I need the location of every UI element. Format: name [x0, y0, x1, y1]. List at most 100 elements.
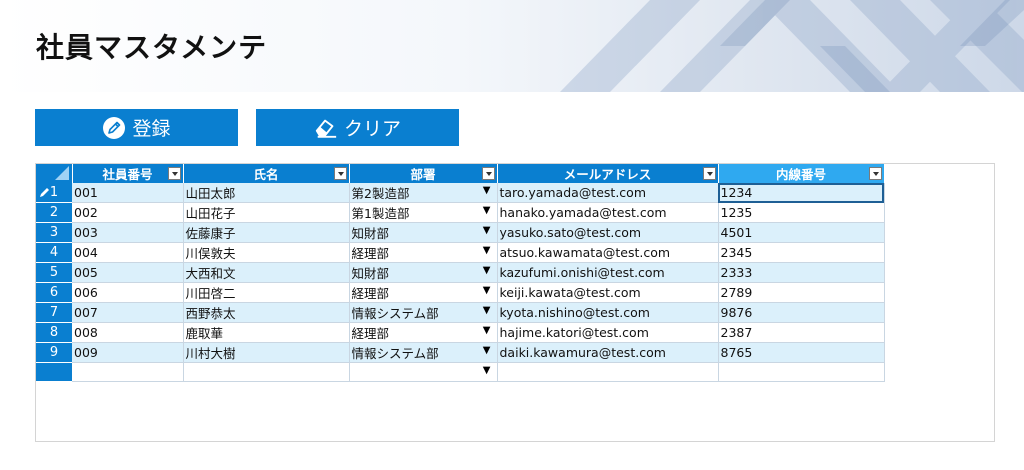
department-value: 経理部 [351, 326, 390, 341]
row-header[interactable]: 1 [36, 183, 72, 203]
dropdown-arrow-icon[interactable]: ▼ [483, 185, 491, 196]
editing-pencil-icon [40, 188, 49, 197]
dropdown-arrow-icon[interactable]: ▼ [483, 245, 491, 256]
employee-id-cell[interactable]: 002 [72, 202, 184, 223]
employee-id-cell[interactable]: 004 [72, 242, 184, 263]
new-row[interactable]: ▼ [36, 362, 885, 382]
employee-id-cell[interactable]: 005 [72, 262, 184, 283]
table-row[interactable]: 2 002 山田花子 第1製造部 ▼ hanako.yamada@test.com 1235 [36, 202, 885, 223]
register-button[interactable]: 登録 [35, 109, 238, 146]
email-cell[interactable]: kazufumi.onishi@test.com [497, 262, 719, 283]
extension-cell[interactable]: 9876 [718, 302, 885, 323]
email-cell[interactable]: hajime.katori@test.com [497, 322, 719, 343]
email-cell[interactable]: keiji.kawata@test.com [497, 282, 719, 303]
table-row[interactable]: 6 006 川田啓二 経理部 ▼ keiji.kawata@test.com 2789 [36, 282, 885, 303]
employee-id-cell[interactable] [72, 362, 184, 382]
department-value: 情報システム部 [351, 346, 439, 361]
email-cell[interactable] [497, 362, 719, 382]
filter-dropdown-icon[interactable] [481, 167, 495, 180]
extension-cell[interactable]: 2789 [718, 282, 885, 303]
extension-cell[interactable]: 2333 [718, 262, 885, 283]
dropdown-arrow-icon[interactable]: ▼ [483, 205, 491, 216]
extension-cell[interactable]: 4501 [718, 222, 885, 243]
department-cell[interactable]: 第1製造部 ▼ [349, 202, 498, 223]
row-header[interactable]: 3 [36, 222, 72, 243]
department-cell[interactable]: 経理部 ▼ [349, 322, 498, 343]
filter-dropdown-icon[interactable] [333, 167, 347, 180]
department-cell[interactable]: 知財部 ▼ [349, 222, 498, 243]
row-header[interactable]: 5 [36, 262, 72, 283]
row-header[interactable]: 8 [36, 322, 72, 343]
employee-id-cell[interactable]: 007 [72, 302, 184, 323]
dropdown-arrow-icon[interactable]: ▼ [483, 225, 491, 236]
department-cell[interactable]: 情報システム部 ▼ [349, 342, 498, 363]
table-row[interactable]: 3 003 佐藤康子 知財部 ▼ yasuko.sato@test.com 4501 [36, 222, 885, 243]
row-header[interactable]: 4 [36, 242, 72, 263]
name-cell[interactable]: 川田啓二 [183, 282, 350, 303]
row-header[interactable]: 9 [36, 342, 72, 363]
filter-dropdown-icon[interactable] [167, 167, 181, 180]
name-cell[interactable]: 川俣敦夫 [183, 242, 350, 263]
column-header-name[interactable]: 氏名 [183, 164, 350, 183]
extension-cell[interactable]: 2387 [718, 322, 885, 343]
column-header-email[interactable]: メールアドレス [497, 164, 719, 183]
employee-id-cell[interactable]: 001 [72, 183, 184, 203]
department-cell[interactable]: ▼ [349, 362, 498, 382]
email-cell[interactable]: hanako.yamada@test.com [497, 202, 719, 223]
grid-corner[interactable] [36, 164, 73, 183]
extension-cell[interactable]: 2345 [718, 242, 885, 263]
name-cell[interactable]: 山田太郎 [183, 183, 350, 203]
dropdown-arrow-icon[interactable]: ▼ [483, 365, 491, 376]
email-cell[interactable]: kyota.nishino@test.com [497, 302, 719, 323]
department-cell[interactable]: 知財部 ▼ [349, 262, 498, 283]
row-header[interactable]: 7 [36, 302, 72, 323]
dropdown-arrow-icon[interactable]: ▼ [483, 305, 491, 316]
dropdown-arrow-icon[interactable]: ▼ [483, 325, 491, 336]
table-row[interactable]: 1 001 山田太郎 第2製造部 ▼ taro.yamada@test.com 1234 [36, 183, 885, 203]
employee-grid: 社員番号 氏名 部署 メールアドレス 内線番号 1 001 山田太郎 第2製造部… [36, 164, 885, 382]
name-cell[interactable] [183, 362, 350, 382]
table-row[interactable]: 4 004 川俣敦夫 経理部 ▼ atsuo.kawamata@test.com 2345 [36, 242, 885, 263]
row-header[interactable]: 2 [36, 202, 72, 223]
dropdown-arrow-icon[interactable]: ▼ [483, 345, 491, 356]
filter-dropdown-icon[interactable] [702, 167, 716, 180]
email-cell[interactable]: daiki.kawamura@test.com [497, 342, 719, 363]
email-cell[interactable]: atsuo.kawamata@test.com [497, 242, 719, 263]
email-cell[interactable]: taro.yamada@test.com [497, 183, 719, 203]
employee-id-cell[interactable]: 009 [72, 342, 184, 363]
column-header-extension[interactable]: 内線番号 [718, 164, 885, 183]
extension-cell[interactable]: 1234 [718, 183, 885, 203]
table-row[interactable]: 5 005 大西和文 知財部 ▼ kazufumi.onishi@test.com 2333 [36, 262, 885, 283]
employee-id-cell[interactable]: 003 [72, 222, 184, 243]
department-cell[interactable]: 経理部 ▼ [349, 282, 498, 303]
name-cell[interactable]: 鹿取華 [183, 322, 350, 343]
filter-dropdown-icon[interactable] [868, 167, 882, 180]
name-cell[interactable]: 西野恭太 [183, 302, 350, 323]
employee-id-cell[interactable]: 006 [72, 282, 184, 303]
name-cell[interactable]: 佐藤康子 [183, 222, 350, 243]
name-cell[interactable]: 山田花子 [183, 202, 350, 223]
table-row[interactable]: 7 007 西野恭太 情報システム部 ▼ kyota.nishino@test.com 98… [36, 302, 885, 323]
dropdown-arrow-icon[interactable]: ▼ [483, 265, 491, 276]
extension-cell[interactable]: 8765 [718, 342, 885, 363]
table-row[interactable]: 8 008 鹿取華 経理部 ▼ hajime.katori@test.com 2387 [36, 322, 885, 343]
column-header-employee-id[interactable]: 社員番号 [72, 164, 184, 183]
extension-cell[interactable] [718, 362, 885, 382]
row-header[interactable]: 6 [36, 282, 72, 303]
row-header[interactable] [36, 362, 72, 382]
extension-cell[interactable]: 1235 [718, 202, 885, 223]
clear-button[interactable]: クリア [256, 109, 459, 146]
dropdown-arrow-icon[interactable]: ▼ [483, 285, 491, 296]
table-row[interactable]: 9 009 川村大樹 情報システム部 ▼ daiki.kawamura@test.com 8… [36, 342, 885, 363]
name-cell[interactable]: 大西和文 [183, 262, 350, 283]
pencil-circle-icon [102, 116, 126, 140]
department-cell[interactable]: 第2製造部 ▼ [349, 183, 498, 203]
department-cell[interactable]: 経理部 ▼ [349, 242, 498, 263]
employee-id-cell[interactable]: 008 [72, 322, 184, 343]
department-cell[interactable]: 情報システム部 ▼ [349, 302, 498, 323]
column-header-department[interactable]: 部署 [349, 164, 498, 183]
clear-button-label: クリア [343, 118, 401, 140]
name-cell[interactable]: 川村大樹 [183, 342, 350, 363]
department-value: 第2製造部 [351, 186, 410, 201]
email-cell[interactable]: yasuko.sato@test.com [497, 222, 719, 243]
